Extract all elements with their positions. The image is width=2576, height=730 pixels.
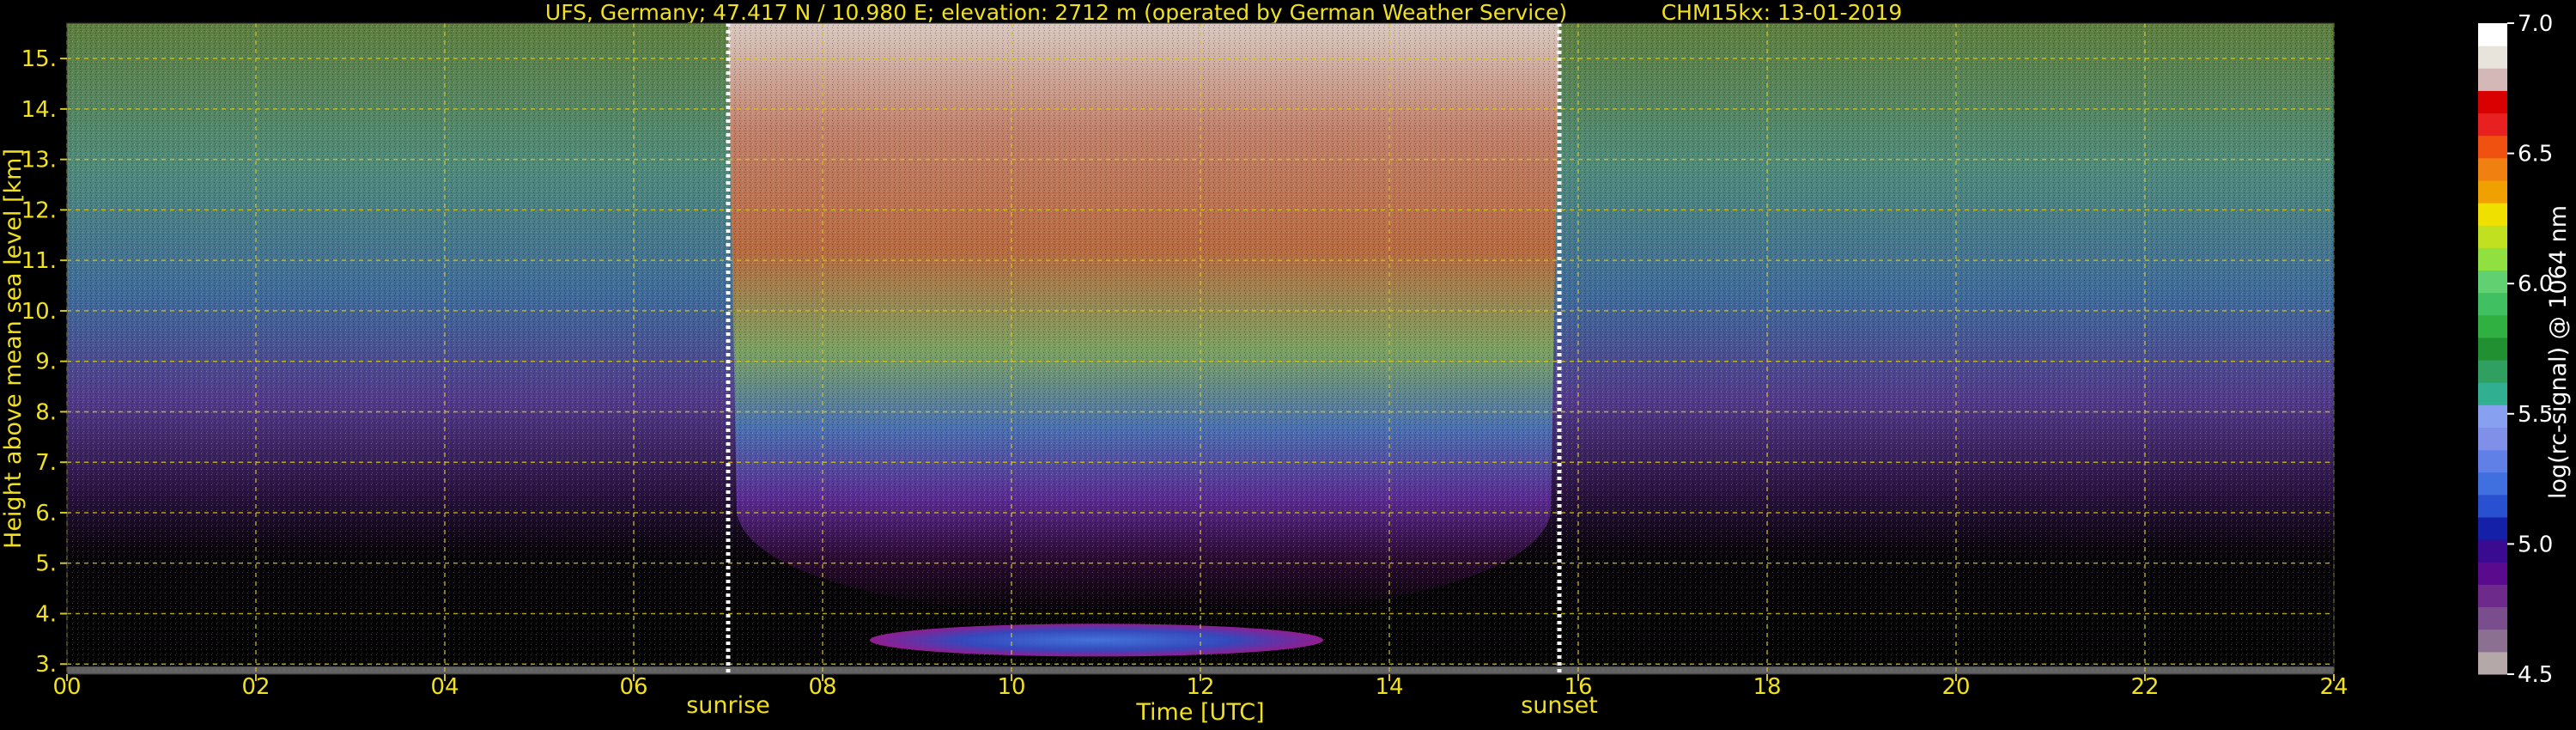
- colorbar-swatch: [2478, 539, 2507, 563]
- colorbar-swatch: [2478, 157, 2507, 181]
- colorbar-swatch: [2478, 337, 2507, 361]
- colorbar: [2478, 23, 2507, 675]
- colorbar-tick-label: 5.0: [2518, 532, 2553, 557]
- y-tick-label: 15.: [21, 46, 57, 72]
- ceilometer-chart: UFS, Germany; 47.417 N / 10.980 E; eleva…: [0, 0, 2572, 726]
- boundary-layer-aerosol: [870, 624, 1323, 657]
- colorbar-swatch: [2478, 113, 2507, 137]
- y-tick-label: 9.: [35, 350, 57, 375]
- x-axis-label: Time [UTC]: [1135, 699, 1264, 726]
- colorbar-swatch: [2478, 292, 2507, 316]
- colorbar-swatch: [2478, 203, 2507, 226]
- colorbar-swatch: [2478, 46, 2507, 69]
- x-tick-label: 02: [241, 674, 270, 700]
- marker-label-sunrise: sunrise: [686, 692, 770, 719]
- colorbar-swatch: [2478, 23, 2507, 46]
- y-axis-ticks: 3.4.5.6.7.8.9.10.11.12.13.14.15.: [21, 46, 67, 678]
- y-tick-label: 6.: [35, 501, 57, 526]
- x-tick-label: 20: [1941, 674, 1970, 700]
- y-axis-label: Height above mean sea level [km]: [0, 149, 27, 549]
- colorbar-swatch: [2478, 651, 2507, 675]
- x-tick-label: 14: [1375, 674, 1403, 700]
- colorbar-swatch: [2478, 247, 2507, 271]
- colorbar-swatch: [2478, 562, 2507, 585]
- colorbar-swatch: [2478, 606, 2507, 630]
- x-tick-label: 08: [808, 674, 836, 700]
- colorbar-tick-label: 4.5: [2518, 662, 2553, 688]
- x-tick-label: 04: [430, 674, 459, 700]
- chart-subtitle: CHM15kx: 13-01-2019: [1662, 0, 1903, 25]
- colorbar-swatch: [2478, 494, 2507, 518]
- y-tick-label: 7.: [35, 450, 57, 476]
- colorbar-swatch: [2478, 382, 2507, 405]
- colorbar-swatch: [2478, 225, 2507, 248]
- chart-title: UFS, Germany; 47.417 N / 10.980 E; eleva…: [545, 0, 1567, 25]
- x-tick-label: 10: [997, 674, 1025, 700]
- y-tick-label: 4.: [35, 601, 57, 627]
- y-tick-label: 14.: [21, 97, 57, 123]
- colorbar-tick-label: 6.5: [2518, 142, 2553, 167]
- plot-area: [66, 22, 2335, 675]
- x-tick-label: 06: [619, 674, 647, 700]
- colorbar-swatch: [2478, 449, 2507, 473]
- colorbar-swatch: [2478, 90, 2507, 114]
- x-axis-ticks: 00 02 04 06 08 10 12 14 16 18 20 22 24: [52, 674, 2348, 700]
- colorbar-swatch: [2478, 68, 2507, 91]
- colorbar-swatch: [2478, 517, 2507, 540]
- colorbar-swatch: [2478, 471, 2507, 496]
- marker-label-sunset: sunset: [1521, 692, 1598, 719]
- x-tick-label: 24: [2319, 674, 2348, 700]
- colorbar-swatch: [2478, 360, 2507, 383]
- x-tick-label: 00: [52, 674, 81, 700]
- y-tick-label: 3.: [35, 652, 57, 678]
- x-tick-label: 18: [1753, 674, 1781, 700]
- colorbar-swatch: [2478, 270, 2507, 294]
- y-tick-label: 5.: [35, 551, 57, 577]
- x-tick-label: 22: [2130, 674, 2159, 700]
- x-tick-label: 12: [1186, 674, 1214, 700]
- y-tick-label: 8.: [35, 399, 57, 425]
- colorbar-swatch: [2478, 629, 2507, 653]
- colorbar-label: log(rc-signal) @ 1064 nm: [2545, 205, 2572, 499]
- colorbar-swatch: [2478, 405, 2507, 428]
- colorbar-swatch: [2478, 584, 2507, 608]
- colorbar-tick-label: 7.0: [2518, 11, 2553, 37]
- colorbar-swatch: [2478, 314, 2507, 338]
- colorbar-swatch: [2478, 179, 2507, 204]
- colorbar-swatch: [2478, 427, 2507, 451]
- colorbar-swatch: [2478, 135, 2507, 159]
